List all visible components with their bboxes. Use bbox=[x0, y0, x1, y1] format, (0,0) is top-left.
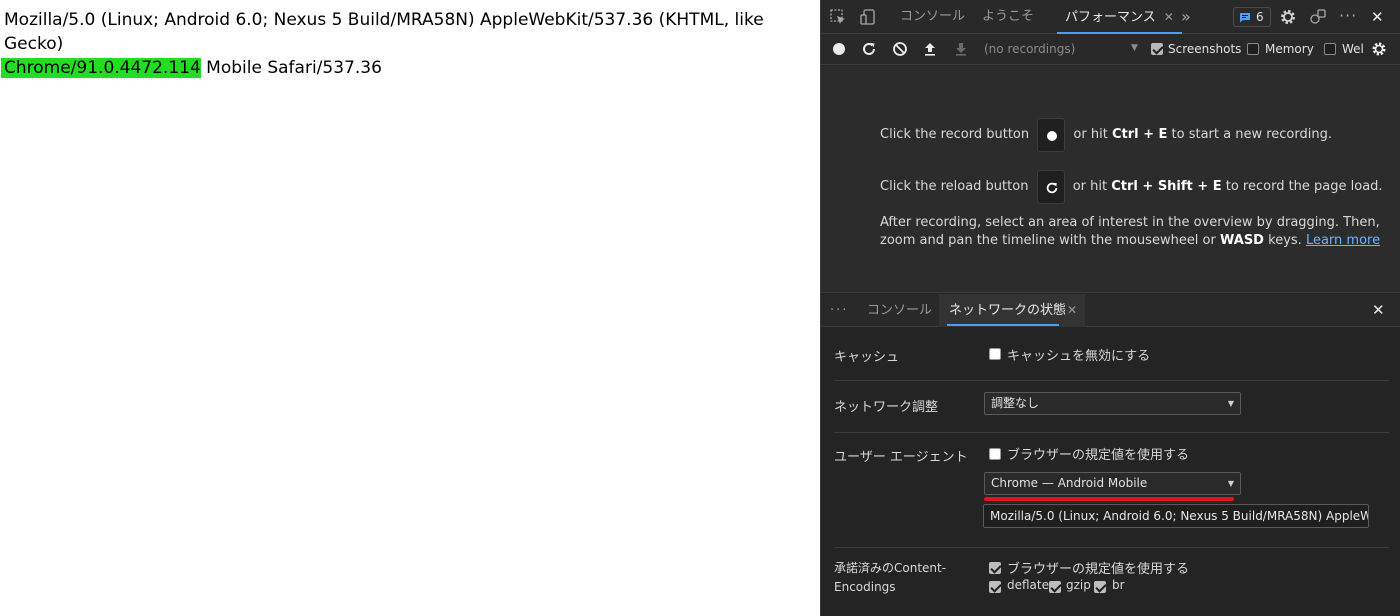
record-icon[interactable] bbox=[831, 41, 847, 57]
record-dot-icon bbox=[1047, 130, 1058, 141]
issues-chat-icon bbox=[1240, 13, 1250, 23]
wasd-key: WASD bbox=[1220, 233, 1264, 248]
memory-label: Memory bbox=[1265, 42, 1314, 56]
drawer-tab-console[interactable]: コンソール bbox=[867, 294, 932, 327]
more-options-icon[interactable]: ··· bbox=[1339, 8, 1357, 26]
web-page: Mozilla/5.0 (Linux; Android 6.0; Nexus 5… bbox=[0, 0, 820, 616]
tab-performance[interactable]: パフォーマンス ✕ bbox=[1057, 0, 1182, 34]
dropdown-caret-icon: ▼ bbox=[1227, 479, 1234, 488]
throttling-select[interactable]: 調整なし ▼ bbox=[984, 392, 1241, 415]
user-agent-select[interactable]: Chrome — Android Mobile ▼ bbox=[984, 472, 1241, 495]
zoom-pan-text-b: keys. bbox=[1268, 233, 1302, 248]
inspect-element-icon[interactable] bbox=[829, 8, 847, 26]
performance-landing: Click the record button or hit Ctrl + E … bbox=[821, 66, 1400, 293]
record-instruction-text: Click the record button bbox=[880, 127, 1030, 142]
record-instruction: Click the record button or hit Ctrl + E … bbox=[880, 117, 1332, 153]
disable-cache-label: キャッシュを無効にする bbox=[1007, 349, 1151, 364]
divider bbox=[834, 380, 1389, 381]
devtools-tabbar: コンソール ようこそ パフォーマンス ✕ » 6 ··· ✕ bbox=[821, 0, 1400, 34]
deflate-checkbox[interactable] bbox=[989, 581, 1001, 593]
memory-checkbox[interactable] bbox=[1247, 43, 1259, 55]
throttling-value: 調整なし bbox=[991, 396, 1040, 410]
reload-instruction: Click the reload button or hit Ctrl + Sh… bbox=[880, 169, 1383, 205]
reload-icon bbox=[1046, 182, 1057, 193]
disable-cache-checkbox[interactable] bbox=[989, 348, 1001, 360]
settings-gear-icon[interactable] bbox=[1279, 8, 1297, 26]
after-recording-text: After recording, select an area of inter… bbox=[880, 215, 1380, 230]
user-agent-input[interactable]: Mozilla/5.0 (Linux; Android 6.0; Nexus 5… bbox=[983, 504, 1369, 528]
download-profile-icon bbox=[953, 41, 969, 57]
enc-browser-default-label: ブラウザーの規定値を使用する bbox=[1007, 562, 1190, 577]
dropdown-caret-icon: ▼ bbox=[1227, 399, 1234, 408]
drawer-tabbar: ··· コンソール ネットワークの状態 ✕ ✕ bbox=[821, 294, 1400, 327]
learn-more-link[interactable]: Learn more bbox=[1306, 233, 1380, 248]
upload-profile-icon[interactable] bbox=[922, 41, 938, 57]
br-label: br bbox=[1112, 578, 1125, 592]
web-vitals-label: Wel bbox=[1342, 42, 1364, 56]
tab-welcome[interactable]: ようこそ bbox=[982, 0, 1034, 34]
gzip-label: gzip bbox=[1066, 578, 1091, 592]
close-tab-icon[interactable]: ✕ bbox=[1164, 10, 1174, 24]
clear-icon[interactable] bbox=[892, 41, 908, 57]
close-drawer-tab-icon[interactable]: ✕ bbox=[1067, 294, 1077, 327]
devtools-panel: コンソール ようこそ パフォーマンス ✕ » 6 ··· ✕ (no recor… bbox=[820, 0, 1400, 616]
network-conditions-panel: キャッシュ キャッシュを無効にする ネットワーク調整 調整なし ▼ ユーザー エ… bbox=[821, 327, 1400, 616]
zoom-pan-text-a: zoom and pan the timeline with the mouse… bbox=[880, 233, 1216, 248]
tab-console[interactable]: コンソール bbox=[900, 0, 965, 34]
user-agent-label: ユーザー エージェント bbox=[834, 450, 968, 465]
reload-instruction-tail: to record the page load. bbox=[1225, 179, 1383, 194]
drawer-more-icon[interactable]: ··· bbox=[830, 294, 848, 327]
drawer-tab-network-conditions-label: ネットワークの状態 bbox=[949, 303, 1067, 318]
ua-browser-default-checkbox[interactable] bbox=[989, 448, 1001, 460]
reload-record-icon[interactable] bbox=[861, 41, 877, 57]
content-encodings-label-line1: 承諾済みのContent- bbox=[834, 561, 947, 575]
reload-button[interactable] bbox=[1036, 169, 1065, 204]
active-tab-underline bbox=[947, 324, 1059, 326]
divider bbox=[834, 547, 1389, 548]
zoom-pan-text: zoom and pan the timeline with the mouse… bbox=[880, 233, 1380, 248]
user-agent-rest: Mobile Safari/537.36 bbox=[200, 58, 382, 78]
recordings-dropdown-icon[interactable]: ▼ bbox=[1131, 43, 1138, 53]
divider bbox=[834, 432, 1389, 433]
content-encodings-label-line2: Encodings bbox=[834, 580, 896, 594]
deflate-label: deflate bbox=[1007, 578, 1049, 592]
screenshots-checkbox[interactable] bbox=[1151, 43, 1163, 55]
more-tabs-icon[interactable]: » bbox=[1181, 8, 1199, 26]
red-annotation-underline bbox=[984, 497, 1234, 501]
record-instruction-tail: to start a new recording. bbox=[1171, 127, 1332, 142]
screenshots-label: Screenshots bbox=[1168, 42, 1242, 56]
throttling-label: ネットワーク調整 bbox=[834, 400, 939, 415]
br-checkbox[interactable] bbox=[1094, 581, 1106, 593]
user-agent-select-value: Chrome — Android Mobile bbox=[991, 476, 1148, 490]
user-agent-highlight: Chrome/91.0.4472.114 bbox=[1, 58, 201, 78]
reload-shortcut: Ctrl + Shift + E bbox=[1111, 179, 1222, 194]
web-vitals-checkbox[interactable] bbox=[1324, 43, 1336, 55]
user-agent-line-2: Chrome/91.0.4472.114 Mobile Safari/537.3… bbox=[1, 56, 820, 80]
issues-count: 6 bbox=[1256, 10, 1264, 24]
gzip-checkbox[interactable] bbox=[1049, 581, 1061, 593]
close-devtools-icon[interactable]: ✕ bbox=[1371, 8, 1389, 26]
close-drawer-icon[interactable]: ✕ bbox=[1372, 294, 1385, 327]
device-emulation-icon[interactable] bbox=[859, 8, 877, 26]
customize-icon[interactable] bbox=[1309, 8, 1327, 26]
issues-button[interactable]: 6 bbox=[1233, 7, 1271, 27]
cache-label: キャッシュ bbox=[834, 350, 900, 365]
record-or-hit: or hit bbox=[1073, 127, 1108, 142]
record-shortcut: Ctrl + E bbox=[1111, 127, 1168, 142]
tab-performance-label: パフォーマンス bbox=[1065, 10, 1156, 25]
record-button[interactable] bbox=[1037, 117, 1066, 152]
user-agent-line-1: Mozilla/5.0 (Linux; Android 6.0; Nexus 5… bbox=[4, 10, 764, 54]
drawer-tab-network-conditions[interactable]: ネットワークの状態 ✕ bbox=[939, 294, 1085, 327]
recordings-select[interactable]: (no recordings) bbox=[984, 42, 1075, 56]
content-encodings-label: 承諾済みのContent- Encodings bbox=[834, 559, 946, 597]
performance-toolbar: (no recordings) ▼ Screenshots Memory Wel bbox=[821, 34, 1400, 65]
capture-settings-icon[interactable] bbox=[1371, 41, 1387, 57]
enc-browser-default-checkbox[interactable] bbox=[989, 562, 1001, 574]
reload-instruction-text: Click the reload button bbox=[880, 179, 1029, 194]
ua-browser-default-label: ブラウザーの規定値を使用する bbox=[1007, 448, 1190, 463]
reload-or-hit: or hit bbox=[1072, 179, 1108, 194]
